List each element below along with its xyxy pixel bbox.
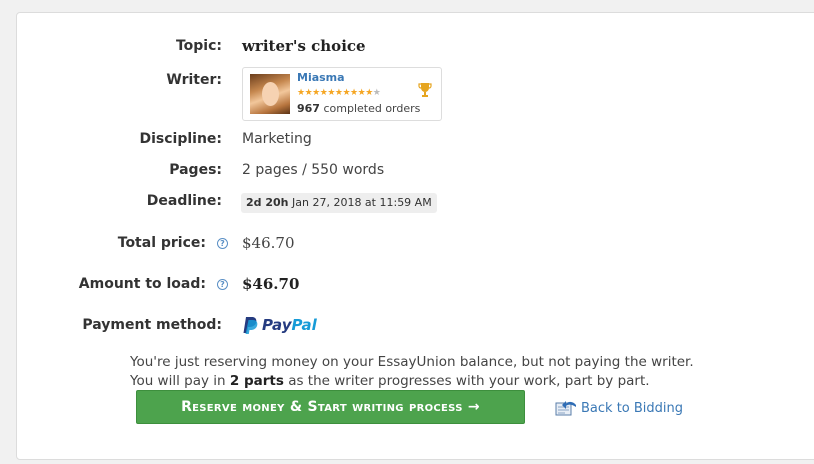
rating-star-icon: ★	[372, 88, 381, 98]
rating-star-icon: ★	[312, 88, 320, 98]
amount-to-load-row: Amount to load: ? $46.70	[17, 273, 814, 297]
writer-row: Writer: Miasma ★ ★ ★ ★ ★ ★ ★ ★ ★ ★ ★ 967 completed…	[17, 67, 814, 121]
reserve-note-line1: You're just reserving money on your Essa…	[130, 354, 694, 370]
topic-label: Topic:	[175, 38, 222, 54]
topic-value: writer's choice	[242, 37, 366, 55]
writer-rating-stars: ★ ★ ★ ★ ★ ★ ★ ★ ★ ★ ★	[297, 88, 381, 98]
paypal-icon	[243, 316, 258, 334]
deadline-row: Deadline: 2d 20h Jan 27, 2018 at 11:59 A…	[17, 190, 814, 214]
writer-card[interactable]: Miasma ★ ★ ★ ★ ★ ★ ★ ★ ★ ★ ★ 967 completed orders	[242, 67, 442, 121]
trophy-icon	[418, 83, 432, 97]
reserve-money-button[interactable]: Reserve money & Start writing process →	[136, 390, 525, 424]
rating-star-icon: ★	[334, 88, 343, 98]
rating-star-icon: ★	[297, 88, 305, 98]
rating-star-icon: ★	[357, 88, 366, 98]
rating-star-icon: ★	[350, 88, 358, 98]
topic-row: Topic: writer's choice	[17, 35, 814, 59]
amount-to-load-label: Amount to load:	[78, 276, 206, 292]
back-to-bidding-label[interactable]: Back to Bidding	[581, 401, 683, 416]
paypal-logo: PayPal	[242, 314, 317, 336]
rating-star-icon: ★	[327, 88, 335, 98]
payment-method-label: Payment method:	[82, 317, 222, 333]
discipline-label: Discipline:	[139, 131, 222, 147]
amount-to-load-help-icon[interactable]: ?	[217, 279, 228, 290]
deadline-badge: 2d 20h Jan 27, 2018 at 11:59 AM	[241, 193, 437, 213]
deadline-label: Deadline:	[146, 193, 222, 209]
pages-row: Pages: 2 pages / 550 words	[17, 159, 814, 183]
writer-name-link[interactable]: Miasma	[297, 71, 345, 84]
amount-to-load-value: $46.70	[242, 275, 300, 293]
total-price-row: Total price: ? $46.70	[17, 232, 814, 256]
discipline-value: Marketing	[242, 131, 312, 147]
rating-star-icon: ★	[319, 88, 328, 98]
pages-label: Pages:	[169, 162, 222, 178]
total-price-help-icon[interactable]: ?	[217, 238, 228, 249]
back-arrow-icon	[555, 401, 576, 416]
writer-orders-count: 967 completed orders	[297, 102, 421, 115]
writer-avatar[interactable]	[250, 74, 290, 114]
reserve-note-line2: You will pay in 2 parts as the writer pr…	[130, 373, 650, 389]
pages-value: 2 pages / 550 words	[242, 162, 385, 178]
total-price-value: $46.70	[242, 234, 295, 252]
deadline-value: 2d 20h Jan 27, 2018 at 11:59 AM	[241, 191, 437, 213]
writer-label: Writer:	[166, 72, 222, 88]
back-to-bidding-link[interactable]: Back to Bidding	[555, 398, 683, 418]
total-price-label: Total price:	[117, 235, 206, 251]
rating-star-icon: ★	[342, 88, 351, 98]
rating-star-icon: ★	[304, 88, 313, 98]
payment-method-row: Payment method: PayPal	[17, 314, 814, 338]
discipline-row: Discipline: Marketing	[17, 128, 814, 152]
rating-star-icon: ★	[365, 88, 373, 98]
paypal-pay-text: Pay	[262, 316, 292, 334]
paypal-pal-text: Pal	[291, 316, 317, 334]
